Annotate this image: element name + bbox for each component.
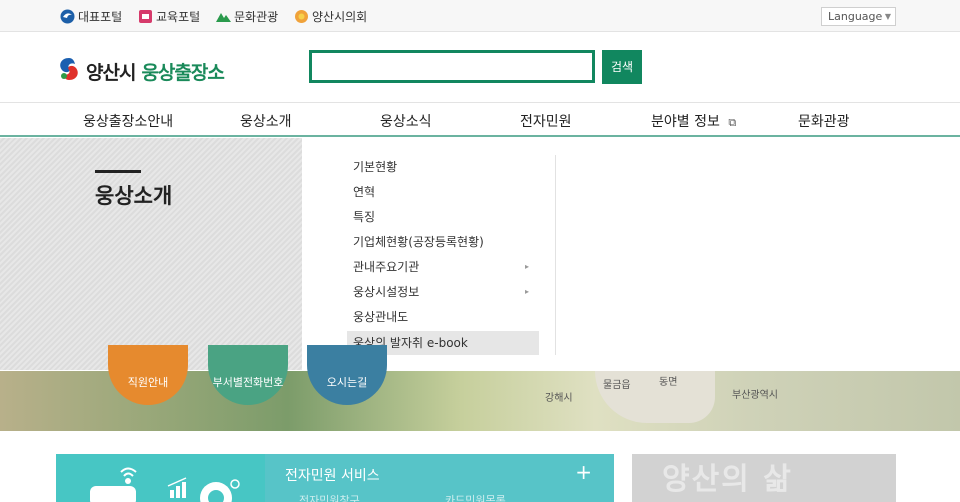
- portal-label: 대표포털: [78, 9, 123, 24]
- nav-item-office-guide[interactable]: 웅상출장소안내: [83, 111, 173, 131]
- chevron-down-icon: ▼: [884, 12, 891, 21]
- site-logo[interactable]: 양산시 웅상출장소: [56, 56, 225, 86]
- external-link-icon: ⧉: [728, 116, 737, 129]
- main-navigation: 웅상출장소안내 웅상소개 웅상소식 전자민원 분야별 정보 ⧉ 문화관광: [0, 102, 960, 137]
- nav-item-civil[interactable]: 전자민원: [520, 111, 572, 131]
- logo-office-name: 웅상출장소: [141, 61, 224, 84]
- submenu-item-features[interactable]: 특징: [347, 205, 539, 229]
- search-button[interactable]: 검색: [602, 50, 642, 84]
- civil-illustration: [56, 454, 265, 502]
- submenu-item-label: 웅상시설정보: [353, 285, 420, 299]
- education-icon: [138, 9, 153, 24]
- submenu-item-label: 관내주요기관: [353, 260, 420, 274]
- portal-link-council[interactable]: 양산시의회: [294, 7, 367, 25]
- nav-item-field-info-label: 분야별 정보: [651, 114, 720, 130]
- civil-link-card[interactable]: 카드민원목록: [445, 492, 506, 502]
- map-label: 부산광역시: [732, 390, 778, 401]
- nav-item-culture[interactable]: 문화관광: [798, 111, 850, 131]
- search-input[interactable]: [309, 50, 595, 83]
- submenu-item-companies[interactable]: 기업체현황(공장등록현황): [347, 230, 539, 254]
- portal-label: 교육포털: [156, 9, 201, 24]
- staff-guide-label: 직원안내: [127, 376, 169, 389]
- chevron-right-icon: ▸: [524, 287, 529, 296]
- portal-label: 양산시의회: [312, 9, 368, 24]
- submenu-item-basic-status[interactable]: 기본현황: [347, 155, 539, 179]
- top-utility-bar: 대표포털 교육포털 문화관광 양산시의회 Language ▼: [0, 0, 960, 32]
- submenu-item-map[interactable]: 웅상관내도: [347, 305, 539, 329]
- submenu-divider: [555, 155, 556, 355]
- map-label: 물금읍: [603, 380, 631, 391]
- portal-link-main[interactable]: 대표포털: [60, 7, 122, 25]
- submenu-item-institutions[interactable]: 관내주요기관 ▸: [347, 255, 539, 279]
- promo-banner[interactable]: 양산의 삶: [632, 454, 896, 502]
- phone-directory-label: 부서별전화번호: [212, 376, 284, 389]
- portal-link-education[interactable]: 교육포털: [138, 7, 200, 25]
- map-label: 강해시: [545, 393, 573, 404]
- promo-text: 양산의 삶: [662, 462, 793, 497]
- nav-item-field-info[interactable]: 분야별 정보 ⧉: [651, 111, 736, 131]
- civil-service-panel: 전자민원 서비스 + 전자민원창구 카드민원목록: [265, 454, 614, 502]
- language-label: Language: [828, 10, 883, 23]
- nav-item-news[interactable]: 웅상소식: [380, 111, 432, 131]
- city-illustration-icon: [90, 467, 240, 502]
- section-title: 웅상소개: [95, 184, 173, 208]
- section-title-panel: [0, 138, 302, 370]
- civil-link-online[interactable]: 전자민원창구: [299, 492, 360, 502]
- city-logo-icon: [56, 56, 82, 86]
- logo-city-name: 양산시: [86, 61, 136, 84]
- directions-label: 오시는길: [326, 376, 368, 389]
- submenu-item-history[interactable]: 연혁: [347, 180, 539, 204]
- mountain-icon: [216, 9, 231, 24]
- language-select[interactable]: Language ▼: [821, 7, 896, 26]
- more-plus-button[interactable]: +: [575, 460, 592, 484]
- portal-label: 문화관광: [234, 9, 279, 24]
- map-label: 동면: [659, 377, 678, 388]
- civil-service-title: 전자민원 서비스: [285, 468, 380, 484]
- title-underline: [95, 170, 141, 173]
- chevron-right-icon: ▸: [524, 262, 529, 271]
- sun-emblem-icon: [294, 9, 309, 24]
- portal-link-culture[interactable]: 문화관광: [216, 7, 278, 25]
- city-emblem-icon: [60, 9, 75, 24]
- nav-item-about[interactable]: 웅상소개: [240, 111, 292, 131]
- submenu-item-facilities[interactable]: 웅상시설정보 ▸: [347, 280, 539, 304]
